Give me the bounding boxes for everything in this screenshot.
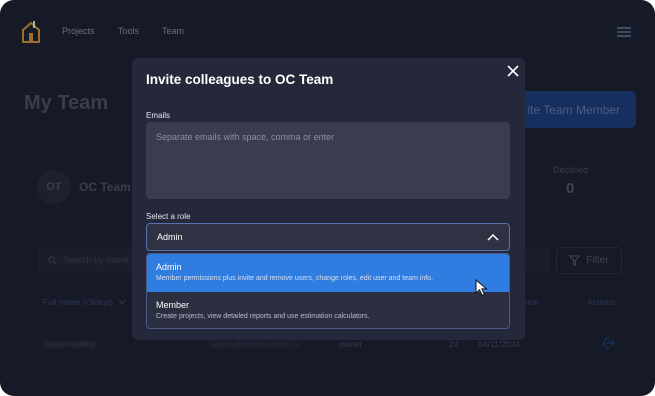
modal-title: Invite colleagues to OC Team: [146, 72, 334, 87]
emails-label: Emails: [146, 111, 171, 120]
chevron-up-icon: [487, 233, 499, 241]
role-option-title: Admin: [156, 262, 182, 272]
emails-input[interactable]: [146, 122, 510, 199]
role-dropdown: Admin Member permissions plus invite and…: [146, 253, 510, 329]
role-option-title: Member: [156, 300, 190, 310]
close-icon[interactable]: [506, 64, 520, 78]
role-option-description: Member permissions plus invite and remov…: [156, 275, 434, 282]
role-option-admin[interactable]: Admin Member permissions plus invite and…: [147, 254, 509, 292]
role-label: Select a role: [146, 212, 191, 221]
role-option-description: Create projects, view detailed reports a…: [156, 313, 370, 320]
role-select[interactable]: Admin: [146, 223, 510, 251]
pointer-cursor-icon: [475, 279, 488, 297]
invite-modal: Invite colleagues to OC Team Emails Sele…: [132, 58, 525, 340]
app-window: Projects Tools Team My Team ite Team Mem…: [0, 0, 655, 396]
role-select-value: Admin: [157, 232, 183, 242]
role-option-member[interactable]: Member Create projects, view detailed re…: [147, 292, 509, 328]
